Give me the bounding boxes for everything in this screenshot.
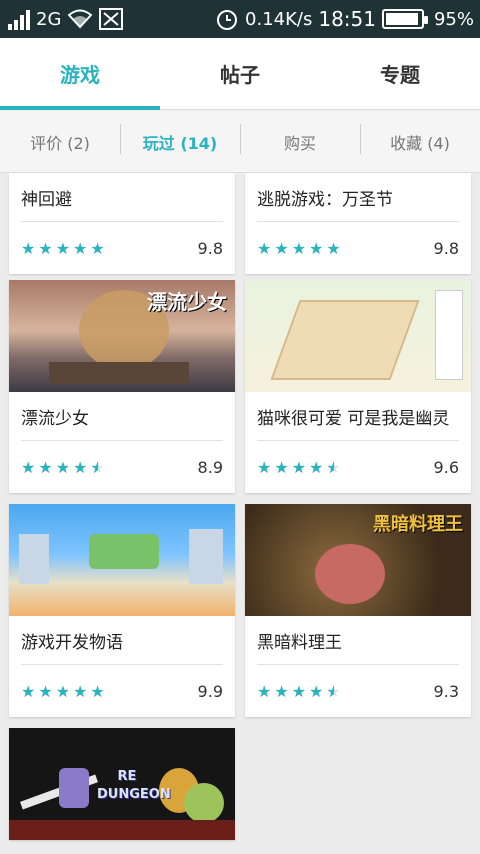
game-title: 神回避 — [21, 189, 72, 210]
tab-topics[interactable]: 专题 — [320, 38, 480, 109]
game-title: 逃脱游戏：万圣节 — [257, 189, 393, 210]
subtab-favorites[interactable]: 收藏 (4) — [360, 123, 480, 154]
status-bar: 2G 0.14K/s 18:51 95% — [0, 0, 480, 38]
signal-icon — [8, 8, 30, 30]
clock: 18:51 — [318, 7, 376, 31]
star-rating: ★ ★ ★ ★ ★ — [257, 682, 341, 701]
subtab-played[interactable]: 玩过 (14) — [120, 123, 240, 154]
game-thumbnail — [245, 280, 471, 392]
tab-posts[interactable]: 帖子 — [160, 38, 320, 109]
main-tabs: 游戏 帖子 专题 — [0, 38, 480, 110]
game-card[interactable]: 漂流少女 漂流少女 ★★★★★ 8.9 — [9, 280, 235, 493]
game-thumbnail: 黑暗料理王 — [245, 504, 471, 616]
game-card[interactable]: 黑暗料理王 黑暗料理王 ★★★★★ 9.3 — [245, 504, 471, 717]
star-rating: ★ ★ ★ ★ ★ — [257, 238, 341, 258]
subtab-purchased[interactable]: 购买 — [240, 123, 360, 154]
game-title: 黑暗料理王 — [257, 632, 342, 653]
thumbnail-text: 黑暗料理王 — [373, 514, 463, 535]
game-score: 9.8 — [433, 238, 459, 258]
star-rating: ★ ★ ★ ★ ★ — [257, 458, 341, 477]
network-type: 2G — [36, 8, 62, 30]
star-rating: ★ ★ ★ ★ ★ — [21, 238, 105, 258]
game-card[interactable]: 神回避 ★ ★ ★ ★ ★ 9.8 — [9, 173, 235, 274]
star-rating: ★ ★ ★ ★ ★ — [21, 681, 105, 701]
alarm-icon — [217, 10, 238, 30]
thumbnail-text: RE DUNGEON — [97, 769, 171, 802]
game-card[interactable]: RE DUNGEON — [9, 728, 235, 840]
game-thumbnail — [9, 504, 235, 616]
scissors-icon — [99, 8, 124, 30]
tab-games[interactable]: 游戏 — [0, 38, 160, 110]
game-score: 9.8 — [197, 238, 223, 258]
game-score: 8.9 — [197, 457, 223, 477]
battery-icon — [381, 9, 428, 29]
subtab-reviews[interactable]: 评价 (2) — [0, 130, 120, 154]
battery-percent: 95% — [433, 8, 474, 30]
star-rating: ★ ★ ★ ★ ★ — [21, 458, 105, 477]
game-score: 9.3 — [433, 681, 459, 701]
thumbnail-text: 漂流少女 — [147, 290, 227, 314]
game-card[interactable]: 游戏开发物语 ★ ★ ★ ★ ★ 9.9 — [9, 504, 235, 717]
game-card[interactable]: 猫咪很可爱 可是我是幽灵 ★★★★★ 9.6 — [245, 280, 471, 493]
game-score: 9.9 — [197, 681, 223, 701]
network-speed: 0.14K/s — [245, 8, 313, 30]
game-thumbnail: RE DUNGEON — [9, 728, 235, 840]
game-title: 游戏开发物语 — [21, 632, 123, 653]
game-thumbnail: 漂流少女 — [9, 280, 235, 392]
game-card[interactable]: 逃脱游戏：万圣节 ★ ★ ★ ★ ★ 9.8 — [245, 173, 471, 274]
game-title: 漂流少女 — [21, 408, 89, 429]
sub-tabs: 评价 (2) 玩过 (14) 购买 收藏 (4) — [0, 111, 480, 173]
wifi-icon — [67, 9, 93, 29]
game-title: 猫咪很可爱 可是我是幽灵 — [257, 408, 450, 429]
game-score: 9.6 — [433, 457, 459, 477]
